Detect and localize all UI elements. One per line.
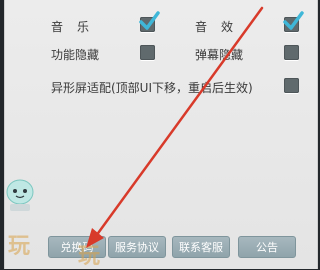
service-agreement-button[interactable]: 服务协议 xyxy=(108,236,166,258)
sfx-label: 音效 xyxy=(195,20,248,34)
notice-button[interactable]: 公告 xyxy=(238,236,296,258)
notch-adapt-checkbox[interactable] xyxy=(284,78,299,93)
watermark-logo: 玩 xyxy=(8,234,31,259)
notch-adapt-label: 异形屏适配(顶部UI下移，重启后生效) xyxy=(51,81,253,95)
music-label: 音乐 xyxy=(51,20,104,34)
watermark-logo-2: 玩 xyxy=(78,244,101,269)
settings-panel: 音乐 音效 功能隐藏 弹幕隐藏 异形屏适配(顶部UI下移，重启后生效) xyxy=(4,0,318,269)
sfx-checkbox[interactable] xyxy=(283,11,304,32)
hide-danmaku-label: 弹幕隐藏 xyxy=(195,48,244,62)
hide-features-label: 功能隐藏 xyxy=(51,48,100,62)
checkmark-icon xyxy=(139,11,160,30)
mascot-icon xyxy=(6,179,34,211)
contact-support-button[interactable]: 联系客服 xyxy=(172,236,230,258)
hide-danmaku-checkbox[interactable] xyxy=(284,45,299,60)
music-checkbox[interactable] xyxy=(139,11,160,32)
checkmark-icon xyxy=(283,11,304,30)
hide-features-checkbox[interactable] xyxy=(140,45,155,60)
